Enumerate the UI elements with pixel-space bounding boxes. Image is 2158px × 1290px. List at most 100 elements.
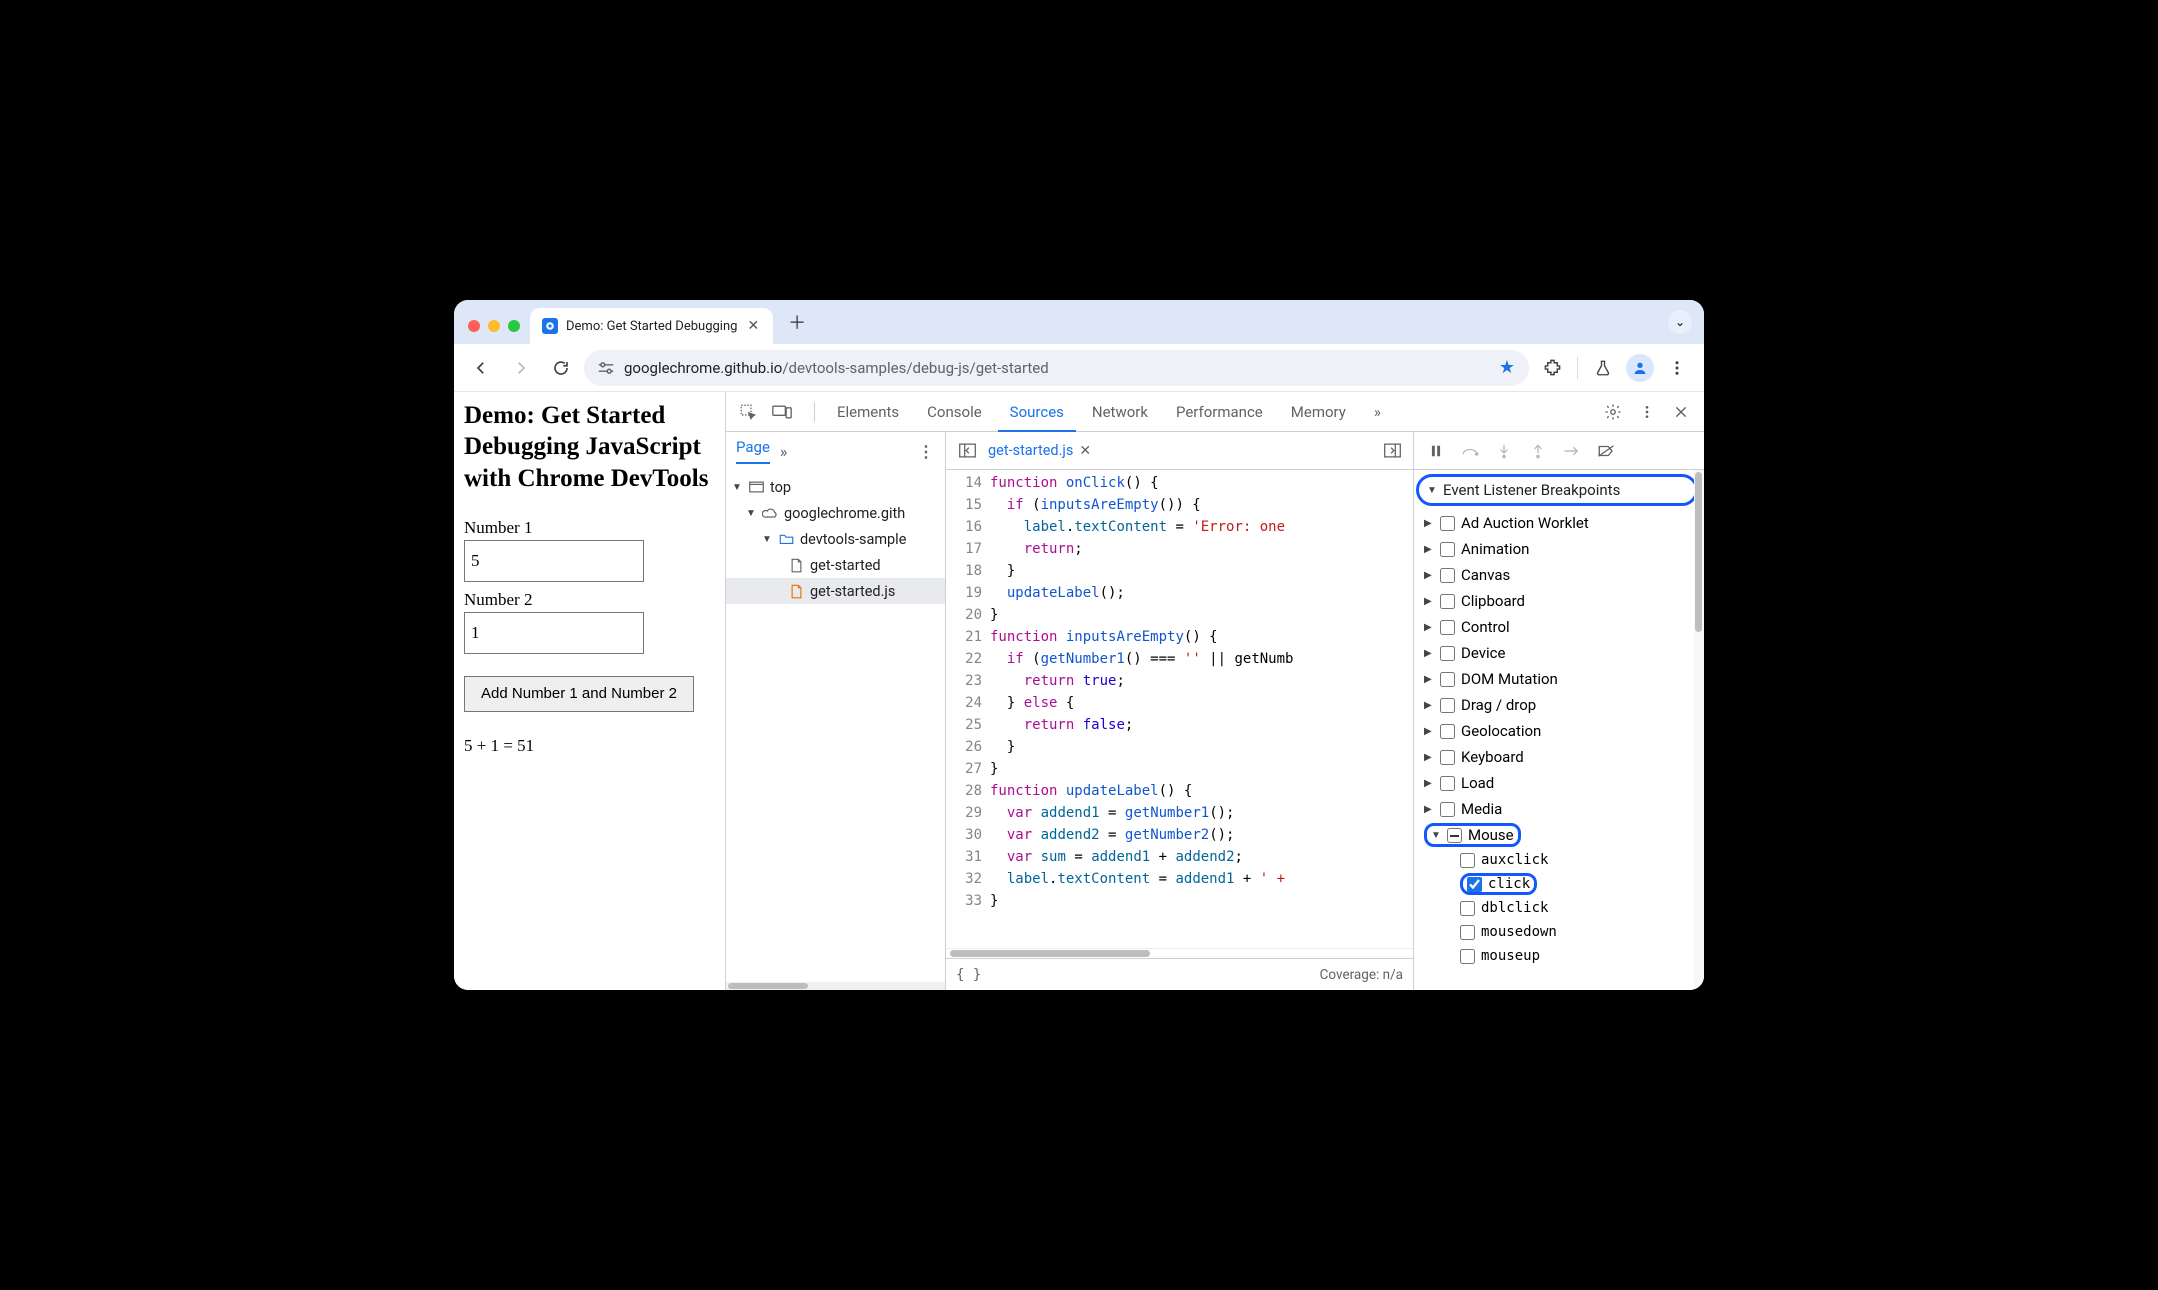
event-row[interactable]: mousedown <box>1418 920 1702 944</box>
tree-domain[interactable]: googlechrome.gith <box>726 500 945 526</box>
category-row[interactable]: Drag / drop <box>1418 692 1702 718</box>
back-button[interactable] <box>464 351 498 385</box>
browser-tab[interactable]: Demo: Get Started Debugging ✕ <box>530 308 773 344</box>
event-checkbox[interactable] <box>1460 925 1475 940</box>
debugger-vscrollbar[interactable] <box>1694 470 1704 990</box>
add-button[interactable]: Add Number 1 and Number 2 <box>464 676 694 712</box>
window-minimize-icon[interactable] <box>488 320 500 332</box>
browser-toolbar: googlechrome.github.io/devtools-samples/… <box>454 344 1704 392</box>
category-checkbox[interactable] <box>1440 698 1455 713</box>
event-row[interactable]: click <box>1418 872 1702 896</box>
category-row[interactable]: Ad Auction Worklet <box>1418 510 1702 536</box>
category-checkbox[interactable] <box>1440 776 1455 791</box>
device-toggle-icon[interactable] <box>768 398 796 426</box>
category-row[interactable]: Device <box>1418 640 1702 666</box>
bookmark-star-icon[interactable]: ★ <box>1499 357 1515 378</box>
deactivate-breakpoints-icon[interactable] <box>1592 437 1620 465</box>
event-checkbox[interactable] <box>1467 877 1482 892</box>
tab-close-icon[interactable]: ✕ <box>745 318 761 334</box>
navigator-hscrollbar[interactable] <box>726 982 945 990</box>
event-row[interactable]: mouseup <box>1418 944 1702 968</box>
pretty-print-icon[interactable]: { } <box>956 967 981 983</box>
event-checkbox[interactable] <box>1460 853 1475 868</box>
tabs-overflow-icon[interactable]: ⌄ <box>1668 310 1692 334</box>
extensions-icon[interactable] <box>1535 351 1569 385</box>
new-tab-button[interactable]: ＋ <box>783 308 811 336</box>
event-row[interactable]: dblclick <box>1418 896 1702 920</box>
tab-favicon-icon <box>542 318 558 334</box>
window-close-icon[interactable] <box>468 320 480 332</box>
pause-icon[interactable] <box>1422 437 1450 465</box>
category-row[interactable]: Clipboard <box>1418 588 1702 614</box>
code-editor[interactable]: 1415161718192021222324252627282930313233… <box>946 470 1413 948</box>
category-checkbox[interactable] <box>1440 620 1455 635</box>
category-row[interactable]: Control <box>1418 614 1702 640</box>
category-row[interactable]: Keyboard <box>1418 744 1702 770</box>
profile-avatar-icon[interactable] <box>1626 354 1654 382</box>
browser-menu-icon[interactable] <box>1660 351 1694 385</box>
tab-sources[interactable]: Sources <box>998 392 1076 432</box>
category-checkbox[interactable] <box>1440 672 1455 687</box>
tab-memory[interactable]: Memory <box>1279 392 1358 432</box>
event-listener-breakpoints-header[interactable]: Event Listener Breakpoints <box>1416 474 1698 506</box>
event-checkbox[interactable] <box>1460 901 1475 916</box>
checkbox-indeterminate-icon[interactable] <box>1447 828 1462 843</box>
toggle-debugger-icon[interactable] <box>1379 438 1405 464</box>
window-zoom-icon[interactable] <box>508 320 520 332</box>
step-out-icon[interactable] <box>1524 437 1552 465</box>
toggle-nav-icon[interactable] <box>954 438 980 464</box>
step-into-icon[interactable] <box>1490 437 1518 465</box>
tree-file-html[interactable]: get-started <box>726 552 945 578</box>
tree-top[interactable]: top <box>726 474 945 500</box>
tree-folder[interactable]: devtools-sample <box>726 526 945 552</box>
breakpoint-category-list[interactable]: Ad Auction WorkletAnimationCanvasClipboa… <box>1414 508 1704 990</box>
category-checkbox[interactable] <box>1440 750 1455 765</box>
category-checkbox[interactable] <box>1440 724 1455 739</box>
category-checkbox[interactable] <box>1440 594 1455 609</box>
event-checkbox[interactable] <box>1460 949 1475 964</box>
tab-elements[interactable]: Elements <box>825 392 911 432</box>
category-row[interactable]: Canvas <box>1418 562 1702 588</box>
category-row[interactable]: Load <box>1418 770 1702 796</box>
editor-tab-close-icon[interactable]: ✕ <box>1079 443 1091 459</box>
devtools-settings-icon[interactable] <box>1598 397 1628 427</box>
tab-network[interactable]: Network <box>1080 392 1160 432</box>
category-checkbox[interactable] <box>1440 516 1455 531</box>
site-settings-icon[interactable] <box>598 361 614 375</box>
navigator-subtab-more-icon[interactable]: » <box>780 442 788 461</box>
tab-console[interactable]: Console <box>915 392 994 432</box>
editor-file-tab[interactable]: get-started.js ✕ <box>988 442 1091 459</box>
category-checkbox[interactable] <box>1440 646 1455 661</box>
category-checkbox[interactable] <box>1440 568 1455 583</box>
category-row[interactable]: Media <box>1418 796 1702 822</box>
devtools-menu-icon[interactable] <box>1632 397 1662 427</box>
reload-button[interactable] <box>544 351 578 385</box>
event-row[interactable]: auxclick <box>1418 848 1702 872</box>
file-tree[interactable]: top googlechrome.gith devtools-sample <box>726 470 945 982</box>
navigator-subtab-page[interactable]: Page <box>736 438 770 464</box>
input-number-2[interactable] <box>464 612 644 654</box>
category-row[interactable]: Mouse <box>1418 822 1702 848</box>
editor-hscrollbar[interactable] <box>946 948 1413 958</box>
devtools-close-icon[interactable] <box>1666 397 1696 427</box>
tab-performance[interactable]: Performance <box>1164 392 1275 432</box>
input-number-1[interactable] <box>464 540 644 582</box>
category-checkbox[interactable] <box>1440 802 1455 817</box>
chevron-icon <box>1424 622 1434 633</box>
address-bar[interactable]: googlechrome.github.io/devtools-samples/… <box>584 350 1529 386</box>
forward-button[interactable] <box>504 351 538 385</box>
labs-icon[interactable] <box>1586 351 1620 385</box>
category-row[interactable]: Animation <box>1418 536 1702 562</box>
inspect-element-icon[interactable] <box>734 398 762 426</box>
code-lines: function onClick() { if (inputsAreEmpty(… <box>990 470 1413 948</box>
category-checkbox[interactable] <box>1440 542 1455 557</box>
step-icon[interactable] <box>1558 437 1586 465</box>
step-over-icon[interactable] <box>1456 437 1484 465</box>
category-row[interactable]: Geolocation <box>1418 718 1702 744</box>
tabs-more-icon[interactable]: » <box>1362 392 1393 432</box>
navigator-menu-icon[interactable]: ⋮ <box>918 442 935 461</box>
chevron-icon <box>1424 544 1434 555</box>
category-row[interactable]: DOM Mutation <box>1418 666 1702 692</box>
chevron-icon <box>1424 674 1434 685</box>
tree-file-js[interactable]: get-started.js <box>726 578 945 604</box>
